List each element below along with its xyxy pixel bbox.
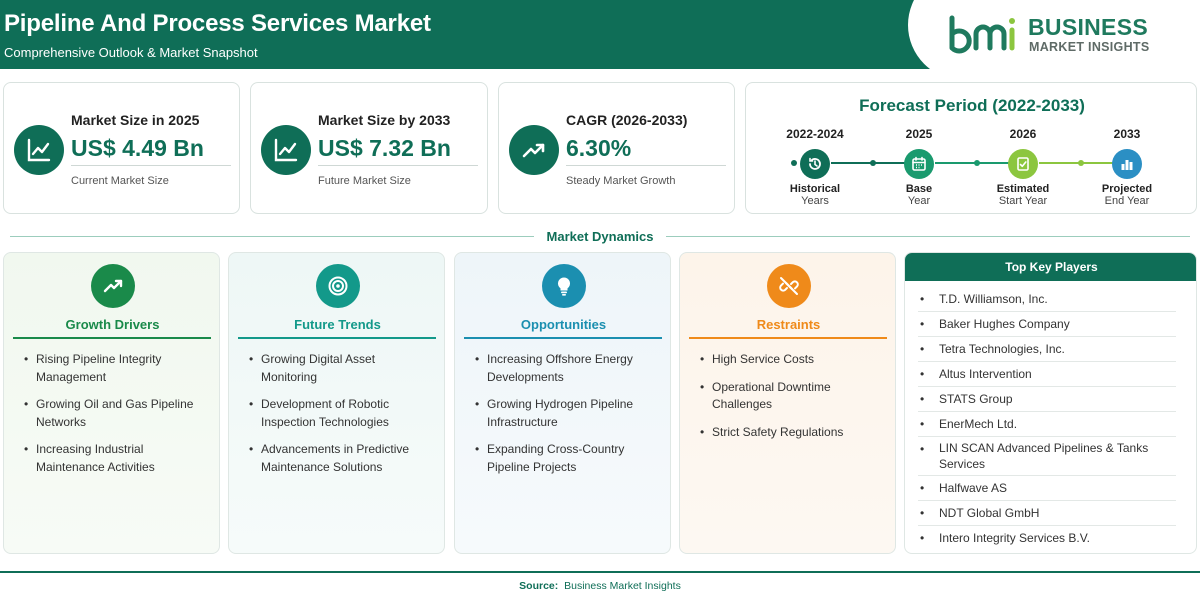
page-subtitle: Comprehensive Outlook & Market Snapshot xyxy=(4,45,258,60)
list-item: T.D. Williamson, Inc. xyxy=(918,287,1176,312)
trend-up-icon xyxy=(91,264,135,308)
panel-opportunities: Opportunities Increasing Offshore Energy… xyxy=(454,252,671,554)
logo-text-primary: BUSINESS xyxy=(1028,14,1148,40)
line-chart-icon xyxy=(14,125,64,175)
list-item: STATS Group xyxy=(918,387,1176,412)
target-icon xyxy=(316,264,360,308)
panel-title: Growth Drivers xyxy=(65,317,160,332)
divider xyxy=(566,165,726,166)
forecast-card: Forecast Period (2022-2033) 2022-2024 Hi… xyxy=(745,82,1197,214)
list-item: Tetra Technologies, Inc. xyxy=(918,337,1176,362)
stat-value: US$ 4.49 Bn xyxy=(71,135,204,161)
stat-card-cagr: CAGR (2026-2033) 6.30% Steady Market Gro… xyxy=(498,82,735,214)
timeline-label: Base xyxy=(905,183,933,195)
stat-label: Market Size in 2025 xyxy=(71,112,200,128)
source-text: Business Market Insights xyxy=(564,580,681,592)
calendar-icon xyxy=(904,149,934,179)
stat-value: 6.30% xyxy=(566,135,632,161)
estimate-icon xyxy=(1008,149,1038,179)
list-item: High Service Costs xyxy=(700,351,885,369)
panel-future-trends: Future Trends Growing Digital Asset Moni… xyxy=(228,252,445,554)
list-item: Increasing Offshore Energy Developments xyxy=(475,351,660,386)
list-item: NDT Global GmbH xyxy=(918,501,1176,526)
section-divider-left xyxy=(10,236,534,237)
section-divider-right xyxy=(666,236,1190,237)
panel-title: Opportunities xyxy=(520,317,607,332)
panel-list: Rising Pipeline Integrity Management Gro… xyxy=(24,351,209,486)
divider xyxy=(71,165,231,166)
list-item: LIN SCAN Advanced Pipelines & Tanks Serv… xyxy=(918,437,1176,476)
list-item: Increasing Industrial Maintenance Activi… xyxy=(24,441,209,476)
list-item: Strict Safety Regulations xyxy=(700,424,885,442)
list-item: EnerMech Ltd. xyxy=(918,412,1176,437)
panel-growth-drivers: Growth Drivers Rising Pipeline Integrity… xyxy=(3,252,220,554)
timeline-label: Historical xyxy=(789,183,841,195)
bmi-logo-icon xyxy=(949,15,1015,54)
logo: BUSINESS MARKET INSIGHTS xyxy=(908,0,1200,69)
lightbulb-icon xyxy=(542,264,586,308)
list-item: Growing Hydrogen Pipeline Infrastructure xyxy=(475,396,660,431)
timeline-sublabel: Year xyxy=(907,195,931,207)
source-label: Source: xyxy=(519,580,559,592)
stat-card-market-size-2025: Market Size in 2025 US$ 4.49 Bn Current … xyxy=(3,82,240,214)
timeline-step-estimated: 2026 Estimated Start Year xyxy=(973,127,1073,207)
panel-list: High Service Costs Operational Downtime … xyxy=(700,351,885,451)
trend-up-icon xyxy=(509,125,559,175)
divider xyxy=(238,337,436,339)
divider xyxy=(13,337,211,339)
divider xyxy=(689,337,887,339)
timeline-year: 2022-2024 xyxy=(786,127,844,141)
broken-link-icon xyxy=(767,264,811,308)
page-title: Pipeline And Process Services Market xyxy=(4,10,431,37)
footer: Source: Business Market Insights xyxy=(0,571,1200,600)
list-item: Advancements in Predictive Maintenance S… xyxy=(249,441,434,476)
timeline-step-projected: 2033 Projected End Year xyxy=(1077,127,1177,207)
timeline-year: 2025 xyxy=(905,127,933,141)
panel-title: Restraints xyxy=(756,317,821,332)
panel-list: Increasing Offshore Energy Developments … xyxy=(475,351,660,486)
list-item: Rising Pipeline Integrity Management xyxy=(24,351,209,386)
list-item: Development of Robotic Inspection Techno… xyxy=(249,396,434,431)
list-item: Baker Hughes Company xyxy=(918,312,1176,337)
list-item: Growing Digital Asset Monitoring xyxy=(249,351,434,386)
history-icon xyxy=(800,149,830,179)
list-item: Operational Downtime Challenges xyxy=(700,379,885,414)
logo-text-secondary: MARKET INSIGHTS xyxy=(1029,40,1150,54)
timeline-step-historical: 2022-2024 Historical Years xyxy=(765,127,865,207)
bar-chart-icon xyxy=(1112,149,1142,179)
list-item: Altus Intervention xyxy=(918,362,1176,387)
timeline-label: Projected xyxy=(1101,183,1153,195)
stat-label: Market Size by 2033 xyxy=(318,112,451,128)
panel-restraints: Restraints High Service Costs Operationa… xyxy=(679,252,896,554)
key-players-title: Top Key Players xyxy=(905,253,1196,281)
stat-note: Steady Market Growth xyxy=(566,175,676,187)
stat-label: CAGR (2026-2033) xyxy=(566,112,688,128)
line-chart-icon xyxy=(261,125,311,175)
list-item: Growing Oil and Gas Pipeline Networks xyxy=(24,396,209,431)
divider xyxy=(464,337,662,339)
timeline-year: 2033 xyxy=(1113,127,1141,141)
header-banner: Pipeline And Process Services Market Com… xyxy=(0,0,1200,69)
list-item: Halfwave AS xyxy=(918,476,1176,501)
list-item: Expanding Cross-Country Pipeline Project… xyxy=(475,441,660,476)
timeline-year: 2026 xyxy=(1009,127,1037,141)
stat-value: US$ 7.32 Bn xyxy=(318,135,451,161)
stat-card-market-size-2033: Market Size by 2033 US$ 7.32 Bn Future M… xyxy=(250,82,488,214)
panel-title: Future Trends xyxy=(294,317,381,332)
divider xyxy=(318,165,478,166)
timeline-step-base: 2025 Base Year xyxy=(869,127,969,207)
forecast-title: Forecast Period (2022-2033) xyxy=(859,96,1085,115)
section-title-market-dynamics: Market Dynamics xyxy=(546,229,654,244)
panel-list: Growing Digital Asset Monitoring Develop… xyxy=(249,351,434,486)
timeline-sublabel: Years xyxy=(801,195,829,207)
timeline-label: Estimated xyxy=(996,183,1050,195)
key-players-panel: Top Key Players T.D. Williamson, Inc. Ba… xyxy=(904,252,1197,554)
timeline-sublabel: Start Year xyxy=(998,195,1048,207)
list-item: Intero Integrity Services B.V. xyxy=(918,526,1176,550)
stat-note: Future Market Size xyxy=(318,175,411,187)
stat-note: Current Market Size xyxy=(71,175,169,187)
timeline-sublabel: End Year xyxy=(1104,195,1150,207)
key-players-list: T.D. Williamson, Inc. Baker Hughes Compa… xyxy=(918,287,1176,550)
